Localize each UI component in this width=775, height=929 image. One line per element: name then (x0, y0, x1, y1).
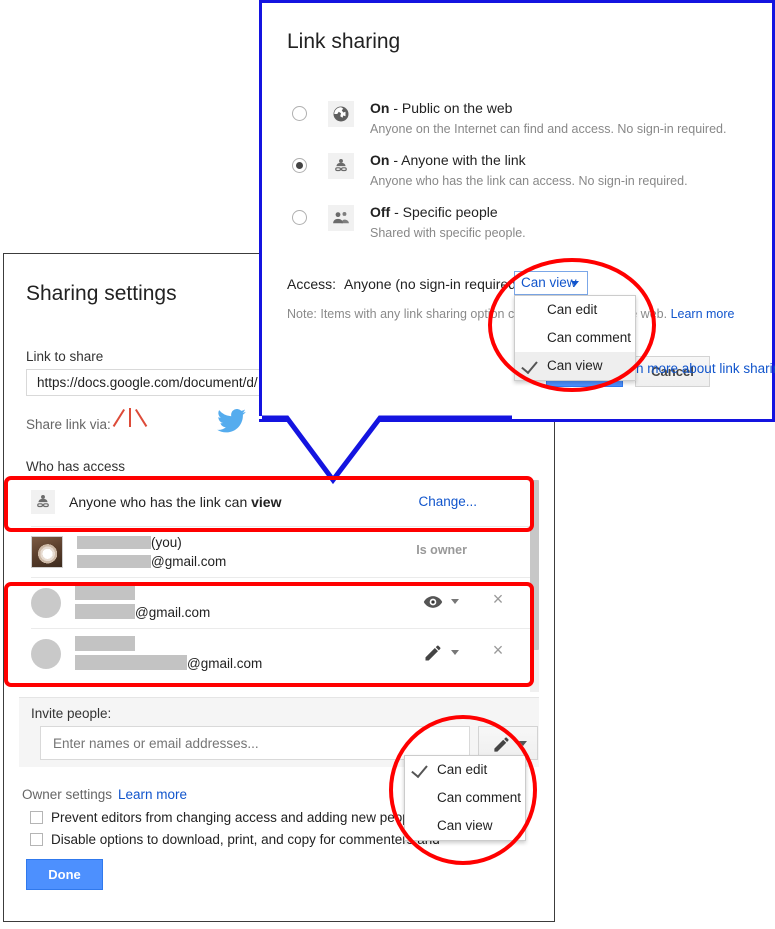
access-summary-row: Access: Anyone (no sign-in required) (287, 276, 521, 292)
access-row-editor: @gmail.com × (19, 629, 539, 679)
link-sharing-title: Link sharing (287, 30, 401, 53)
access-row-owner: (you) @gmail.com Is owner (19, 527, 539, 577)
menu-item-can-edit[interactable]: Can edit (405, 756, 525, 784)
radio-button[interactable] (292, 210, 307, 225)
owner-settings-label: Owner settings (22, 787, 113, 802)
menu-item-label: Can comment (547, 330, 632, 345)
menu-item-can-comment[interactable]: Can comment (405, 784, 525, 812)
checkmark-icon (521, 356, 538, 375)
checkbox-box[interactable] (30, 811, 43, 824)
checkbox-label: Prevent editors from changing access and… (51, 810, 421, 825)
access-row-viewer: @gmail.com × (19, 578, 539, 628)
access-list: Anyone who has the link can view Change.… (19, 478, 539, 694)
checkbox-disable-download[interactable]: Disable options to download, print, and … (30, 832, 440, 847)
permission-caret[interactable] (451, 650, 459, 655)
permission-caret[interactable] (451, 599, 459, 604)
viewer-identity: @gmail.com (75, 584, 210, 622)
checkbox-label: Disable options to download, print, and … (51, 832, 440, 847)
status-badge-owner: Is owner (416, 543, 467, 557)
menu-item-can-view[interactable]: Can view (405, 812, 525, 840)
menu-item-label: Can edit (547, 302, 598, 317)
globe-icon (328, 101, 354, 127)
option-description: Shared with specific people. (370, 226, 526, 240)
avatar (31, 588, 61, 618)
radio-option-anyone-with-link[interactable]: On - Anyone with the link Anyone who has… (292, 151, 688, 190)
pencil-icon (494, 737, 509, 752)
invite-permission-menu: Can edit Can comment Can view (404, 755, 526, 841)
access-label: Access: (287, 276, 337, 292)
share-link-via-row: Share link via: (26, 408, 261, 439)
menu-item-label: Can view (547, 358, 603, 373)
invite-people-label: Invite people: (31, 706, 112, 721)
access-value: Anyone (no sign-in required) (344, 276, 521, 292)
chevron-down-icon (519, 741, 527, 746)
link-person-icon (328, 153, 354, 179)
share-link-via-label: Share link via: (26, 416, 111, 432)
avatar (31, 536, 63, 568)
scrollbar-thumb[interactable] (530, 480, 539, 650)
chevron-down-icon (571, 281, 579, 286)
option-title: On - Public on the web (370, 100, 513, 116)
who-has-access-label: Who has access (26, 459, 126, 474)
option-text-group: On - Public on the web Anyone on the Int… (370, 99, 726, 138)
radio-option-public[interactable]: On - Public on the web Anyone on the Int… (292, 99, 726, 138)
owner-identity: (you) @gmail.com (77, 533, 226, 571)
two-people-icon (328, 205, 354, 231)
link-to-share-label: Link to share (26, 349, 104, 364)
note-learn-more-link[interactable]: Learn more (671, 307, 735, 321)
change-link[interactable]: Change... (418, 494, 477, 509)
menu-item-label: Can comment (437, 790, 522, 805)
option-text-group: Off - Specific people Shared with specif… (370, 203, 526, 242)
link-sharing-note: Note: Items with any link sharing option… (287, 307, 735, 321)
link-person-icon (31, 490, 55, 514)
option-text-group: On - Anyone with the link Anyone who has… (370, 151, 688, 190)
option-title: On - Anyone with the link (370, 152, 526, 168)
option-description: Anyone on the Internet can find and acce… (370, 122, 727, 136)
option-description: Anyone who has the link can access. No s… (370, 174, 688, 188)
radio-option-specific-people[interactable]: Off - Specific people Shared with specif… (292, 203, 526, 242)
menu-item-label: Can edit (437, 762, 488, 777)
access-list-scrollbar[interactable] (530, 480, 539, 692)
menu-item-can-edit[interactable]: Can edit (515, 296, 635, 324)
access-row-link-text: Anyone who has the link can view (69, 494, 282, 510)
menu-item-can-view[interactable]: Can view (515, 352, 635, 380)
menu-item-can-comment[interactable]: Can comment (515, 324, 635, 352)
checkmark-icon (411, 760, 428, 779)
twitter-icon[interactable] (216, 408, 247, 439)
access-row-link[interactable]: Anyone who has the link can view Change.… (19, 478, 539, 526)
facebook-icon[interactable] (173, 409, 203, 439)
pencil-icon[interactable] (423, 643, 443, 663)
checkbox-box[interactable] (30, 833, 43, 846)
link-permission-select[interactable]: Can view (514, 271, 588, 295)
link-permission-value: Can view (521, 275, 577, 290)
editor-identity: @gmail.com (75, 635, 262, 673)
remove-person-button[interactable]: × (489, 641, 507, 659)
remove-person-button[interactable]: × (489, 590, 507, 608)
option-title: Off - Specific people (370, 204, 498, 220)
page-title: Sharing settings (26, 282, 177, 305)
eye-icon[interactable] (423, 592, 443, 612)
radio-button[interactable] (292, 106, 307, 121)
menu-item-label: Can view (437, 818, 493, 833)
checkbox-prevent-editors[interactable]: Prevent editors from changing access and… (30, 810, 420, 825)
avatar (31, 639, 61, 669)
gmail-icon[interactable] (128, 408, 159, 439)
radio-button[interactable] (292, 158, 307, 173)
done-button[interactable]: Done (26, 859, 103, 890)
owner-learn-more-link[interactable]: Learn more (118, 787, 187, 802)
link-permission-menu: Can edit Can comment Can view (514, 295, 636, 381)
